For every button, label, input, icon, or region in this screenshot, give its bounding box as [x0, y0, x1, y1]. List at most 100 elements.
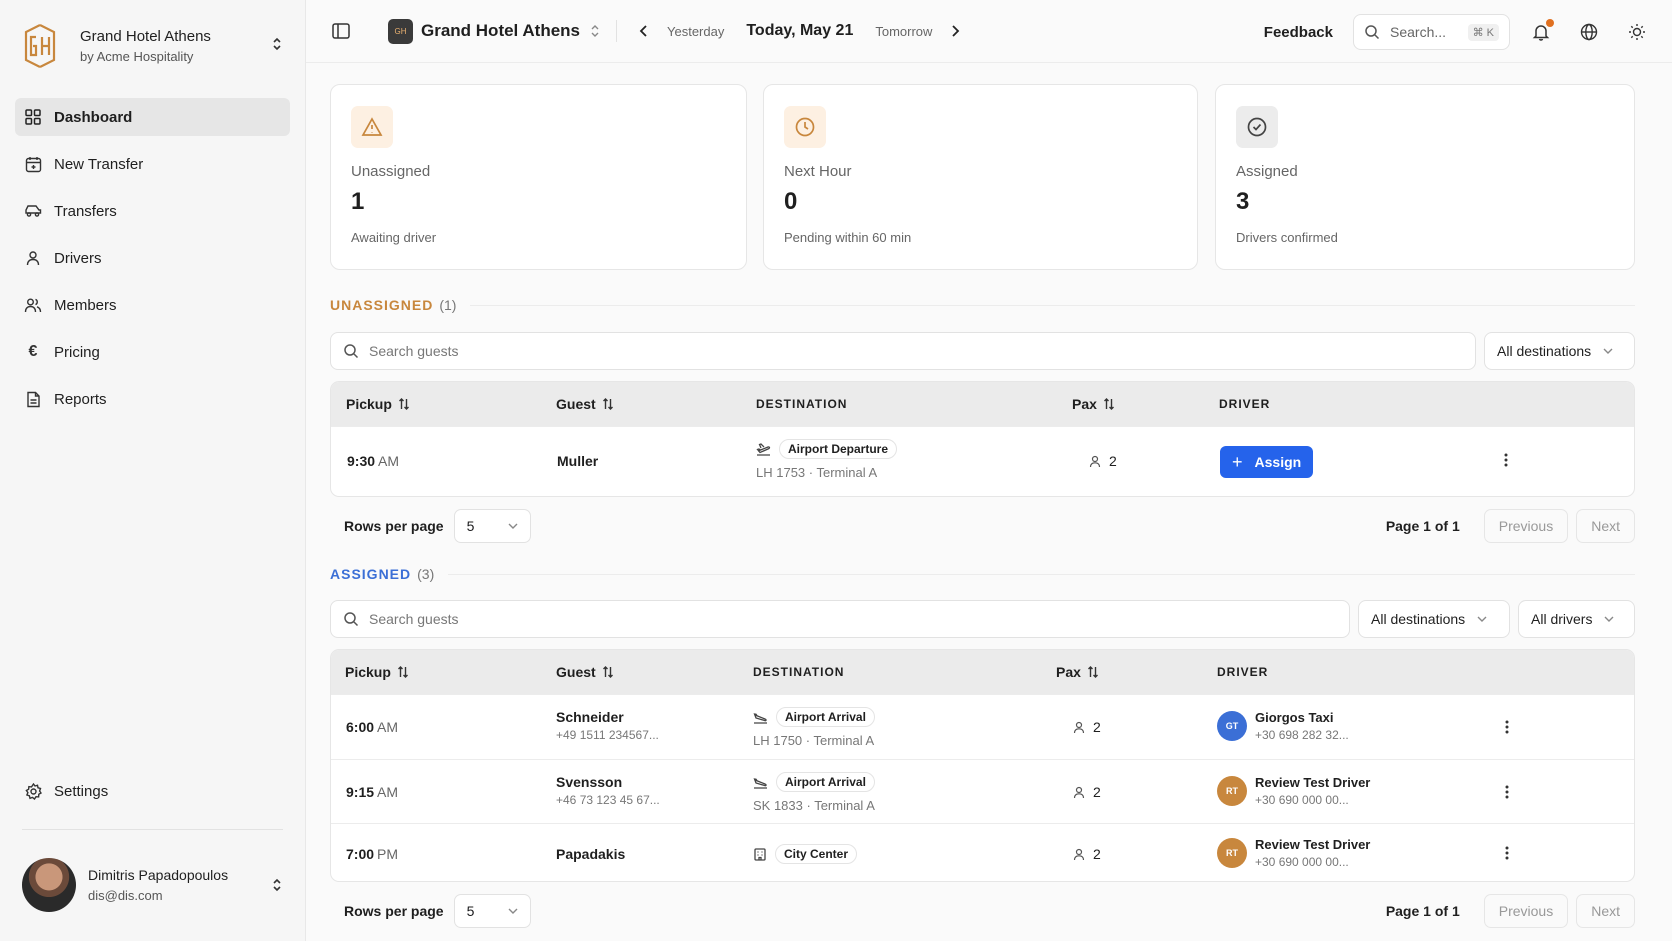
user-email: dis@dis.com — [88, 888, 163, 903]
destination-filter[interactable]: All destinations — [1484, 332, 1635, 370]
more-options-icon[interactable] — [1505, 785, 1509, 799]
person-icon — [1073, 848, 1085, 860]
tomorrow-link[interactable]: Tomorrow — [875, 24, 932, 39]
sidebar-item-dashboard[interactable]: Dashboard — [15, 98, 290, 136]
assigned-search-input[interactable]: Search guests — [330, 600, 1350, 638]
table-row[interactable]: 9:30 AM Muller Airport Departure LH 1753 … — [331, 426, 1634, 496]
driver-filter-label: All drivers — [1531, 611, 1593, 627]
divider — [22, 829, 283, 830]
chevron-right-icon[interactable] — [944, 20, 966, 42]
hotel-selector[interactable]: GH Grand Hotel Athens — [388, 18, 600, 44]
col-guest[interactable]: Guest — [556, 382, 614, 426]
driver-cell[interactable]: RT Review Test Driver +30 690 000 00... — [1217, 775, 1370, 807]
hotel-name: Grand Hotel Athens — [80, 28, 211, 45]
col-label: Pickup — [346, 396, 392, 412]
building-icon — [754, 848, 766, 861]
assigned-section-header: ASSIGNED (3) — [330, 566, 1635, 582]
more-options-icon[interactable] — [1504, 453, 1508, 467]
rows-per-page-select[interactable]: 5 — [453, 894, 531, 928]
previous-page-button[interactable]: Previous — [1483, 509, 1569, 543]
global-search[interactable]: Search... ⌘ K — [1353, 14, 1510, 50]
sidebar-item-new-transfer[interactable]: New Transfer — [15, 145, 290, 183]
destination-filter[interactable]: All destinations — [1358, 600, 1510, 638]
time-value: 6:00 — [346, 719, 375, 735]
user-icon — [24, 249, 42, 267]
driver-cell[interactable]: GT Giorgos Taxi +30 698 282 32... — [1217, 710, 1349, 742]
stat-value: 0 — [784, 188, 798, 215]
destination-detail: LH 1750 · Terminal A — [753, 733, 875, 748]
sidebar-toggle-icon[interactable] — [330, 20, 352, 42]
sidebar-item-label: Members — [54, 296, 117, 314]
time-ampm: AM — [377, 719, 399, 735]
pax-count: 2 — [1109, 453, 1117, 469]
sidebar-item-label: Reports — [54, 390, 107, 408]
search-shortcut: ⌘ K — [1467, 23, 1499, 41]
col-guest[interactable]: Guest — [556, 650, 614, 694]
sidebar-item-settings[interactable]: Settings — [15, 772, 290, 810]
stat-card-assigned[interactable]: Assigned 3 Drivers confirmed — [1215, 84, 1635, 270]
stat-label: Unassigned — [351, 163, 431, 180]
feedback-button[interactable]: Feedback — [1264, 24, 1333, 41]
rows-per-page-label: Rows per page — [344, 518, 444, 534]
driver-phone: +30 698 282 32... — [1255, 728, 1349, 742]
driver-filter[interactable]: All drivers — [1518, 600, 1635, 638]
col-pickup[interactable]: Pickup — [346, 382, 410, 426]
current-date: Today, May 21 — [746, 22, 854, 39]
bell-icon[interactable] — [1530, 19, 1554, 43]
driver-phone: +30 690 000 00... — [1255, 793, 1349, 807]
sidebar-item-transfers[interactable]: Transfers — [15, 192, 290, 230]
sidebar-item-pricing[interactable]: € Pricing — [15, 333, 290, 371]
more-options-icon[interactable] — [1505, 846, 1509, 860]
sidebar-item-reports[interactable]: Reports — [15, 380, 290, 418]
assign-button[interactable]: + Assign — [1220, 446, 1314, 478]
time-value: 7:00 — [346, 846, 375, 862]
calendar-plus-icon — [24, 155, 42, 173]
yesterday-link[interactable]: Yesterday — [667, 24, 724, 39]
user-menu[interactable]: Dimitris Papadopoulos dis@dis.com — [22, 858, 283, 912]
col-destination: DESTINATION — [753, 665, 845, 679]
stat-card-next-hour[interactable]: Next Hour 0 Pending within 60 min — [763, 84, 1198, 270]
unassigned-search-input[interactable]: Search guests — [330, 332, 1476, 370]
unassigned-table: Pickup Guest DESTINATION Pax DRIVER 9:30… — [330, 381, 1635, 497]
col-pax[interactable]: Pax — [1072, 382, 1115, 426]
rows-per-page-select[interactable]: 5 — [453, 509, 531, 543]
globe-icon[interactable] — [1578, 21, 1600, 43]
col-driver: DRIVER — [1217, 665, 1269, 679]
guest-cell: Muller — [557, 453, 598, 469]
driver-name: Giorgos Taxi — [1255, 710, 1334, 725]
sidebar-item-members[interactable]: Members — [15, 286, 290, 324]
theme-toggle-icon[interactable] — [1626, 21, 1648, 43]
unassigned-section-header: UNASSIGNED (1) — [330, 297, 1635, 313]
next-page-button[interactable]: Next — [1576, 894, 1635, 928]
page-info: Page 1 of 1 — [1385, 518, 1460, 534]
next-page-button[interactable]: Next — [1576, 509, 1635, 543]
col-pax[interactable]: Pax — [1056, 650, 1099, 694]
guest-phone: +49 1511 234567... — [556, 728, 659, 742]
table-row[interactable]: 6:00 AM Schneider +49 1511 234567... Airpo… — [331, 694, 1634, 759]
pax-cell: 2 — [1089, 453, 1117, 469]
stat-card-unassigned[interactable]: Unassigned 1 Awaiting driver — [330, 84, 747, 270]
chevron-down-icon — [508, 523, 518, 529]
col-pickup[interactable]: Pickup — [345, 650, 409, 694]
chevron-left-icon[interactable] — [633, 20, 655, 42]
stat-label: Assigned — [1236, 163, 1298, 180]
hotel-switcher[interactable]: Grand Hotel Athens by Acme Hospitality — [0, 0, 305, 92]
search-icon — [344, 612, 359, 627]
previous-page-button[interactable]: Previous — [1483, 894, 1569, 928]
sidebar-item-label: Dashboard — [54, 108, 133, 126]
assigned-table: Pickup Guest DESTINATION Pax DRIVER 6:00… — [330, 649, 1635, 882]
pax-cell: 2 — [1073, 784, 1101, 800]
chevron-down-icon — [1604, 616, 1614, 622]
stats-cards: Unassigned 1 Awaiting driver Next Hour 0… — [330, 84, 1635, 270]
table-row[interactable]: 7:00 PM Papadakis City Center 2 RT Review… — [331, 823, 1634, 881]
destination-pill: Airport Departure — [779, 439, 898, 459]
time-ampm: AM — [378, 453, 400, 469]
driver-cell: + Assign — [1220, 446, 1314, 478]
driver-cell[interactable]: RT Review Test Driver +30 690 000 00... — [1217, 837, 1370, 869]
more-options-icon[interactable] — [1505, 720, 1509, 734]
table-row[interactable]: 9:15 AM Svensson +46 73 123 45 67... Airpo… — [331, 759, 1634, 823]
unassigned-filters: Search guests All destinations — [330, 332, 1635, 370]
pax-cell: 2 — [1073, 719, 1101, 735]
sidebar-item-drivers[interactable]: Drivers — [15, 239, 290, 277]
sidebar-nav: Dashboard New Transfer Transfers Drivers… — [0, 92, 305, 433]
